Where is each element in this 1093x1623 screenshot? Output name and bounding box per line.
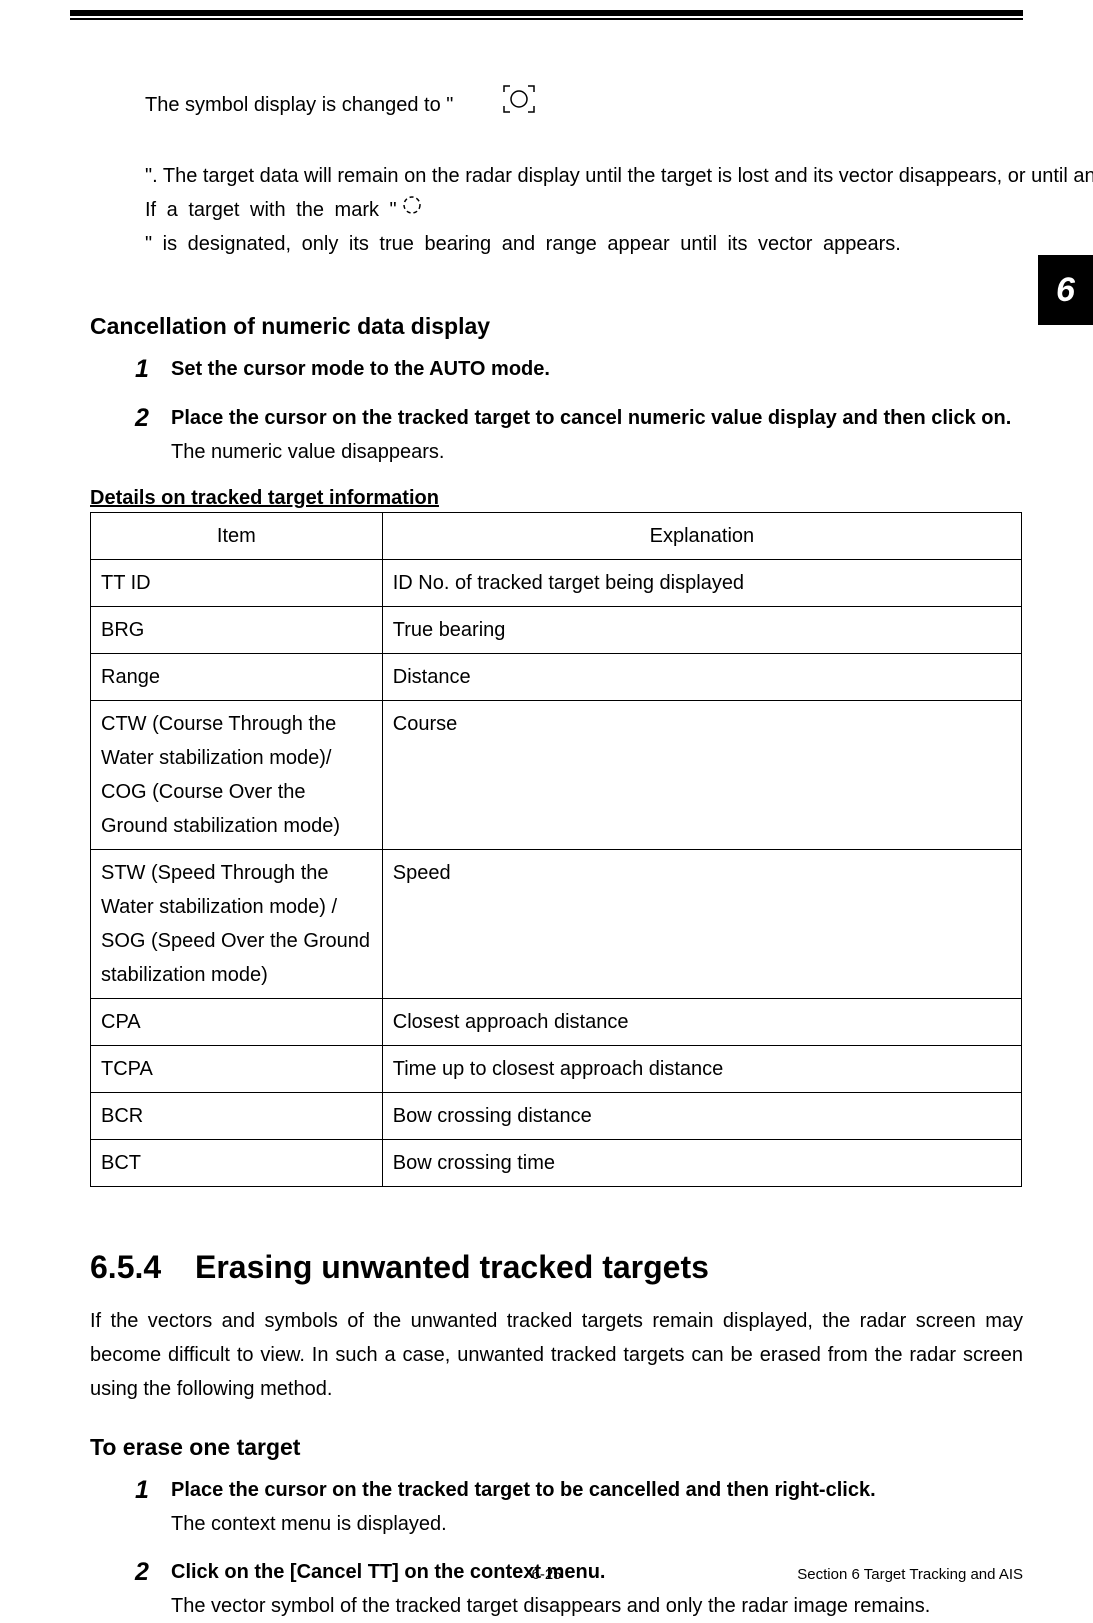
table-cell-exp: Closest approach distance: [382, 999, 1021, 1046]
tracked-target-table: Item Explanation TT IDID No. of tracked …: [90, 512, 1022, 1187]
table-cell-item: TCPA: [91, 1046, 383, 1093]
intro-text-3b: " is designated, only its true bearing a…: [145, 227, 901, 261]
table-cell-item: Range: [91, 654, 383, 701]
table-cell-item: CTW (Course Through the Water stabilizat…: [91, 701, 383, 850]
table-cell-item: BCR: [91, 1093, 383, 1140]
step-number: 1: [135, 352, 171, 387]
table-row: BCTBow crossing time: [91, 1140, 1022, 1187]
table-row: STW (Speed Through the Water stabilizati…: [91, 850, 1022, 999]
table-header-row: Item Explanation: [91, 513, 1022, 560]
intro-paragraph: The symbol display is changed to " ". Th…: [145, 50, 1023, 261]
step-instruction: Place the cursor on the tracked target t…: [171, 401, 1023, 435]
table-row: TCPATime up to closest approach distance: [91, 1046, 1022, 1093]
cancellation-steps: 1 Set the cursor mode to the AUTO mode. …: [135, 352, 1023, 469]
table-row: RangeDistance: [91, 654, 1022, 701]
step-number: 1: [135, 1473, 171, 1508]
step-instruction: Place the cursor on the tracked target t…: [171, 1473, 1023, 1507]
table-cell-item: CPA: [91, 999, 383, 1046]
table-row: CTW (Course Through the Water stabilizat…: [91, 701, 1022, 850]
step-description: The context menu is displayed.: [171, 1507, 1023, 1541]
table-header-item: Item: [91, 513, 383, 560]
step-instruction: Set the cursor mode to the AUTO mode.: [171, 352, 1023, 386]
table-cell-item: BRG: [91, 607, 383, 654]
erase-steps: 1 Place the cursor on the tracked target…: [135, 1473, 1023, 1623]
table-cell-exp: Course: [382, 701, 1021, 850]
table-title: Details on tracked target information: [90, 487, 1023, 510]
table-cell-item: STW (Speed Through the Water stabilizati…: [91, 850, 383, 999]
heading-erase-one: To erase one target: [90, 1434, 1023, 1461]
step-item: 1 Place the cursor on the tracked target…: [135, 1473, 1023, 1541]
table-row: CPAClosest approach distance: [91, 999, 1022, 1046]
intro-text-1: The symbol display is changed to ": [145, 88, 453, 122]
page-number: 6-25: [531, 1566, 561, 1583]
symbol-bracketed-circle-icon: [457, 50, 535, 159]
intro-text-3a: If a target with the mark ": [145, 193, 397, 227]
section-number: 6.5.4: [90, 1249, 195, 1286]
top-rule: [70, 10, 1023, 20]
table-cell-exp: Bow crossing distance: [382, 1093, 1021, 1140]
table-cell-exp: Speed: [382, 850, 1021, 999]
table-cell-exp: Distance: [382, 654, 1021, 701]
table-row: BRGTrue bearing: [91, 607, 1022, 654]
symbol-dashed-circle-icon: [401, 193, 423, 227]
table-cell-exp: Time up to closest approach distance: [382, 1046, 1021, 1093]
chapter-tab-number: 6: [1056, 271, 1075, 310]
section-title: Erasing unwanted tracked targets: [195, 1249, 1023, 1286]
chapter-tab: 6: [1038, 255, 1093, 325]
step-item: 2 Place the cursor on the tracked target…: [135, 401, 1023, 469]
heading-cancellation: Cancellation of numeric data display: [90, 313, 1023, 340]
intro-text-2: ". The target data will remain on the ra…: [145, 159, 1093, 193]
step-description: The numeric value disappears.: [171, 435, 1023, 469]
footer: 6-25 Section 6 Target Tracking and AIS: [70, 1566, 1023, 1583]
section-heading: 6.5.4 Erasing unwanted tracked targets: [90, 1249, 1023, 1286]
table-header-explanation: Explanation: [382, 513, 1021, 560]
table-cell-item: BCT: [91, 1140, 383, 1187]
table-row: BCRBow crossing distance: [91, 1093, 1022, 1140]
section-paragraph: If the vectors and symbols of the unwant…: [90, 1304, 1023, 1406]
table-cell-exp: ID No. of tracked target being displayed: [382, 560, 1021, 607]
table-cell-exp: Bow crossing time: [382, 1140, 1021, 1187]
table-cell-item: TT ID: [91, 560, 383, 607]
step-description: The vector symbol of the tracked target …: [171, 1589, 1023, 1623]
step-item: 1 Set the cursor mode to the AUTO mode.: [135, 352, 1023, 387]
step-number: 2: [135, 401, 171, 436]
footer-section: Section 6 Target Tracking and AIS: [797, 1566, 1023, 1583]
table-row: TT IDID No. of tracked target being disp…: [91, 560, 1022, 607]
table-cell-exp: True bearing: [382, 607, 1021, 654]
